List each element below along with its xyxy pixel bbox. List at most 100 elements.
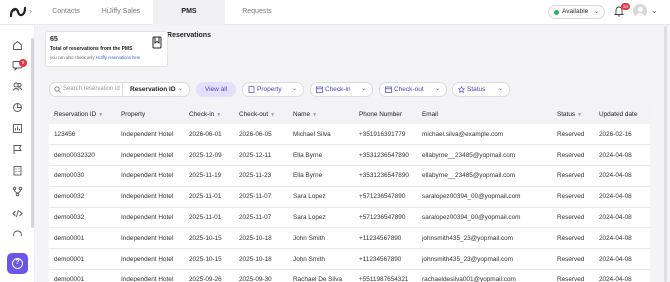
tab-pms-reservations[interactable]: PMS Reservations <box>153 0 225 39</box>
tab-bar: Contacts HiJiffy Sales PMS Reservations … <box>40 0 287 39</box>
chevron-down-icon[interactable]: ⌄ <box>651 6 658 15</box>
avatar[interactable] <box>633 4 647 18</box>
cell-reservation-id: 123456 <box>54 130 76 138</box>
cell-status: Reserved <box>557 193 585 201</box>
column-header-email[interactable]: Email <box>417 104 552 124</box>
cell-check-out: 2025-11-07 <box>239 193 272 201</box>
cell-property: Independent Hotel <box>121 172 174 180</box>
cell-name: Ella Byrne <box>293 172 323 180</box>
table-row[interactable]: demo0032 Independent Hotel 2025-11-01 2025-… <box>49 207 650 228</box>
cell-status: Reserved <box>557 172 585 180</box>
cell-phone-number: +3531236547890 <box>359 172 409 180</box>
tab-hijiffy-sales[interactable]: HiJiffy Sales <box>91 0 151 25</box>
column-header-check-out[interactable]: Check-out ▼ <box>234 104 288 124</box>
status-label: Available <box>562 8 589 15</box>
column-header-property[interactable]: Property <box>116 104 184 124</box>
home-icon[interactable] <box>12 40 23 51</box>
hint-prefix: you can also check only <box>50 55 95 60</box>
cell-check-in: 2025-11-19 <box>189 172 222 180</box>
integrations-icon[interactable] <box>12 229 23 240</box>
table-header-row: Reservation ID ▼ Property Check-in ▼ Check… <box>49 104 650 124</box>
status-filter[interactable]: Status ⌄ <box>452 82 510 97</box>
table-row[interactable]: 123456 Independent Hotel 2026-06-01 2026-06… <box>49 124 650 145</box>
property-filter[interactable]: Property ⌄ <box>242 82 304 97</box>
sort-icon: ▼ <box>577 111 583 118</box>
column-header-name[interactable]: Name ▼ <box>288 104 354 124</box>
main-scrollbar[interactable] <box>664 26 667 282</box>
cell-updated-date: 2024-04-08 <box>599 276 632 282</box>
check-out-filter-label: Check-out <box>394 86 424 93</box>
cell-check-in: 2025-10-15 <box>189 234 222 242</box>
help-button[interactable]: ? <box>7 253 28 274</box>
cell-check-out: 2025-11-07 <box>239 214 272 222</box>
analytics-icon[interactable] <box>12 102 23 113</box>
cell-email: michael.silva@example.com <box>422 130 504 138</box>
cell-reservation-id: demo0030 <box>54 172 85 180</box>
cell-check-out: 2025-11-23 <box>239 172 272 180</box>
cell-name: Sara Lopez <box>293 214 326 222</box>
search-placeholder: Search reservation id <box>63 86 120 92</box>
cell-updated-date: 2024-04-08 <box>599 193 632 201</box>
cell-email: ellabyrne__23485@yopmail.com <box>422 151 516 159</box>
cell-status: Reserved <box>557 255 585 263</box>
reports-icon[interactable] <box>12 123 23 134</box>
cell-updated-date: 2024-04-08 <box>599 214 632 222</box>
availability-status-dropdown[interactable]: Available ⌄ <box>548 5 605 19</box>
sort-icon: ▼ <box>98 111 104 118</box>
cell-reservation-id: demo0001 <box>54 234 85 242</box>
cell-email: johnsmith435_23@yopmail.com <box>422 234 514 242</box>
table-row[interactable]: demo0032320 Independent Hotel 2025-12-09 20… <box>49 145 650 166</box>
cell-name: Rachael De Silva <box>293 276 343 282</box>
table-row[interactable]: demo0030 Independent Hotel 2025-11-19 2025-… <box>49 166 650 187</box>
cell-property: Independent Hotel <box>121 276 174 282</box>
hijiffy-logo-icon[interactable] <box>9 5 27 19</box>
cell-phone-number: +5511987654321 <box>359 276 409 282</box>
view-all-button[interactable]: View all <box>196 82 236 97</box>
check-in-filter[interactable]: Check-in ⌄ <box>310 82 373 97</box>
bookmark-icon[interactable] <box>152 36 162 49</box>
cell-updated-date: 2024-04-08 <box>599 172 632 180</box>
check-out-filter[interactable]: Check-out ⌄ <box>379 82 447 97</box>
building-icon[interactable] <box>12 165 23 176</box>
search-input[interactable]: Search reservation id <box>49 82 123 97</box>
cell-check-in: 2025-11-01 <box>189 193 222 201</box>
column-header-check-in[interactable]: Check-in ▼ <box>184 104 234 124</box>
reservations-table: Reservation ID ▼ Property Check-in ▼ Check… <box>49 104 650 282</box>
chevron-down-icon: ⌄ <box>291 86 297 92</box>
hijiffy-reservations-hint: you can also check only HiJiffy reservat… <box>50 55 140 60</box>
cell-name: Sara Lopez <box>293 193 326 201</box>
chevron-down-icon: ⌄ <box>593 9 599 15</box>
cell-email: rachaeldesilva001@yopmail.com <box>422 276 516 282</box>
table-row[interactable]: demo0032 Independent Hotel 2025-11-01 2025-… <box>49 186 650 208</box>
table-row[interactable]: demo0001 Independent Hotel 2025-10-15 2025-… <box>49 228 650 249</box>
cell-property: Independent Hotel <box>121 234 174 242</box>
search-field-select[interactable]: Reservation ID ⌄ <box>123 82 190 97</box>
search-field-label: Reservation ID <box>130 86 176 93</box>
cell-check-in: 2025-09-26 <box>189 276 222 282</box>
table-row[interactable]: demo0001 Independent Hotel 2025-09-26 2025-… <box>49 270 650 282</box>
column-header-status[interactable]: Status ▼ <box>552 104 594 124</box>
column-header-reservation-id[interactable]: Reservation ID ▼ <box>49 104 116 124</box>
contacts-icon[interactable] <box>12 81 23 92</box>
tab-requests[interactable]: Requests <box>227 0 287 25</box>
table-row[interactable]: demo0001 Independent Hotel 2025-10-15 2025-… <box>49 249 650 270</box>
cell-property: Independent Hotel <box>121 130 174 138</box>
column-header-updated-date[interactable]: Updated date <box>594 104 650 124</box>
cell-check-out: 2025-10-18 <box>239 234 272 242</box>
column-header-phone-number[interactable]: Phone Number <box>354 104 417 124</box>
sidebar-scrollbar[interactable] <box>31 38 34 228</box>
chevron-right-icon[interactable]: › <box>29 6 32 16</box>
cell-phone-number: +11234567890 <box>359 234 402 242</box>
code-icon[interactable] <box>12 208 23 219</box>
cell-name: John Smith <box>293 234 325 242</box>
flag-icon[interactable] <box>12 144 23 155</box>
calendar-icon <box>316 86 323 93</box>
flow-icon[interactable] <box>12 186 23 197</box>
sort-icon: ▼ <box>216 111 222 118</box>
tab-contacts[interactable]: Contacts <box>41 0 91 25</box>
cell-status: Reserved <box>557 234 585 242</box>
cell-reservation-id: demo0001 <box>54 255 85 263</box>
sidebar: 9 ? <box>0 25 35 282</box>
cell-property: Independent Hotel <box>121 151 174 159</box>
hijiffy-reservations-link[interactable]: HiJiffy reservations here <box>96 55 141 60</box>
